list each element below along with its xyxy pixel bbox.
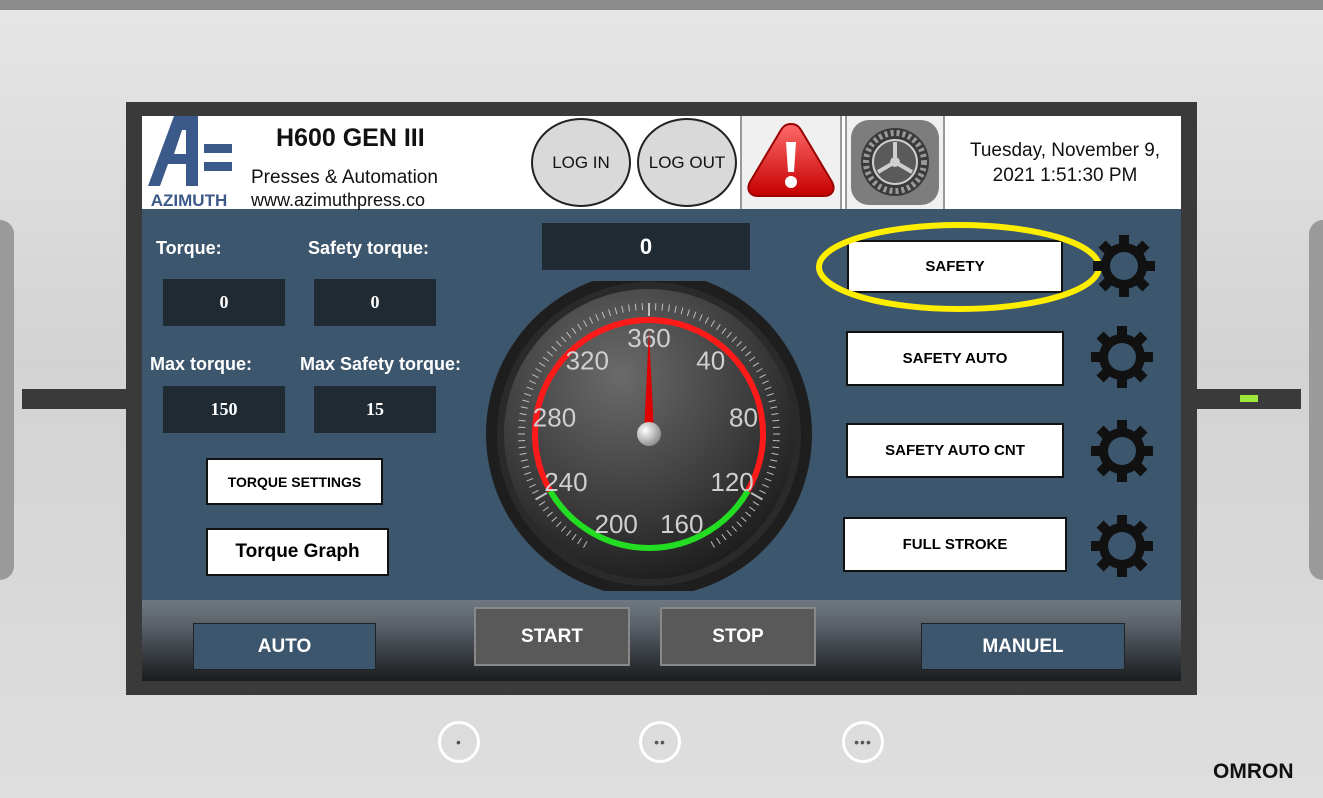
gauge-tick-label: 280 (533, 402, 576, 432)
status-led (1240, 395, 1258, 402)
bottom-bar: AUTO START STOP MANUEL (142, 600, 1181, 681)
hardware-button-2[interactable]: •• (639, 721, 681, 763)
manuel-button[interactable]: MANUEL (921, 623, 1125, 670)
omron-brand-logo: OMRON (1213, 760, 1294, 783)
bezel-left-grip (0, 220, 14, 580)
full-stroke-button[interactable]: FULL STROKE (843, 517, 1067, 572)
safety-highlight-ellipse (816, 222, 1102, 312)
hmi-screen: AZIMUTH H600 GEN III Presses & Automatio… (142, 116, 1181, 681)
gauge-tick-label: 80 (729, 402, 758, 432)
torque-graph-button[interactable]: Torque Graph (206, 528, 389, 576)
gauge-needle-cap (637, 422, 661, 446)
bezel-top-edge (0, 0, 1323, 10)
side-rail-left (22, 389, 128, 409)
safety-torque-label: Safety torque: (308, 238, 430, 258)
alarm-warning-icon (747, 122, 835, 197)
safety-auto-cnt-status-gear-icon (1089, 418, 1155, 484)
max-torque-label: Max torque: (150, 354, 253, 374)
login-button[interactable]: LOG IN (531, 118, 631, 207)
gauge-tick-label: 40 (696, 346, 725, 376)
settings-button[interactable] (845, 116, 945, 209)
torque-label: Torque: (156, 238, 222, 258)
safety-auto-status-gear-icon (1089, 324, 1155, 390)
auto-button[interactable]: AUTO (193, 623, 376, 670)
stop-button[interactable]: STOP (660, 607, 816, 666)
torque-value: 0 (163, 279, 285, 326)
gauge-tick-label: 120 (710, 467, 753, 497)
hardware-button-1[interactable]: • (438, 721, 480, 763)
bezel-right-grip (1309, 220, 1323, 580)
torque-gauge: 3604080120160200240280320 (482, 271, 812, 597)
safety-status-gear-icon (1091, 233, 1157, 299)
header-bar: AZIMUTH H600 GEN III Presses & Automatio… (142, 116, 1181, 210)
azimuth-logo: AZIMUTH (144, 116, 234, 210)
gauge-tick-label: 200 (595, 509, 638, 539)
app-title: H600 GEN III (276, 124, 425, 152)
max-safety-torque-value[interactable]: 15 (314, 386, 436, 433)
logout-button[interactable]: LOG OUT (637, 118, 737, 207)
hardware-button-3[interactable]: ••• (842, 721, 884, 763)
gauge-value-display: 0 (542, 223, 750, 270)
safety-torque-value: 0 (314, 279, 436, 326)
gauge-tick-label: 160 (660, 509, 703, 539)
max-torque-value[interactable]: 150 (163, 386, 285, 433)
safety-auto-button[interactable]: SAFETY AUTO (846, 331, 1064, 386)
max-safety-torque-label: Max Safety torque: (300, 354, 462, 374)
torque-settings-button[interactable]: TORQUE SETTINGS (206, 458, 383, 505)
app-website: www.azimuthpress.co (251, 190, 426, 210)
settings-gear-icon (851, 120, 939, 205)
alarm-button[interactable] (740, 116, 842, 209)
date-time-display: Tuesday, November 9, 2021 1:51:30 PM (969, 140, 1161, 186)
start-button[interactable]: START (474, 607, 630, 666)
gauge-tick-label: 320 (566, 346, 609, 376)
logo-text: AZIMUTH (151, 191, 227, 209)
full-stroke-status-gear-icon (1089, 513, 1155, 579)
safety-auto-cnt-button[interactable]: SAFETY AUTO CNT (846, 423, 1064, 478)
app-subtitle: Presses & Automation (251, 167, 438, 188)
gauge-tick-label: 240 (544, 467, 587, 497)
